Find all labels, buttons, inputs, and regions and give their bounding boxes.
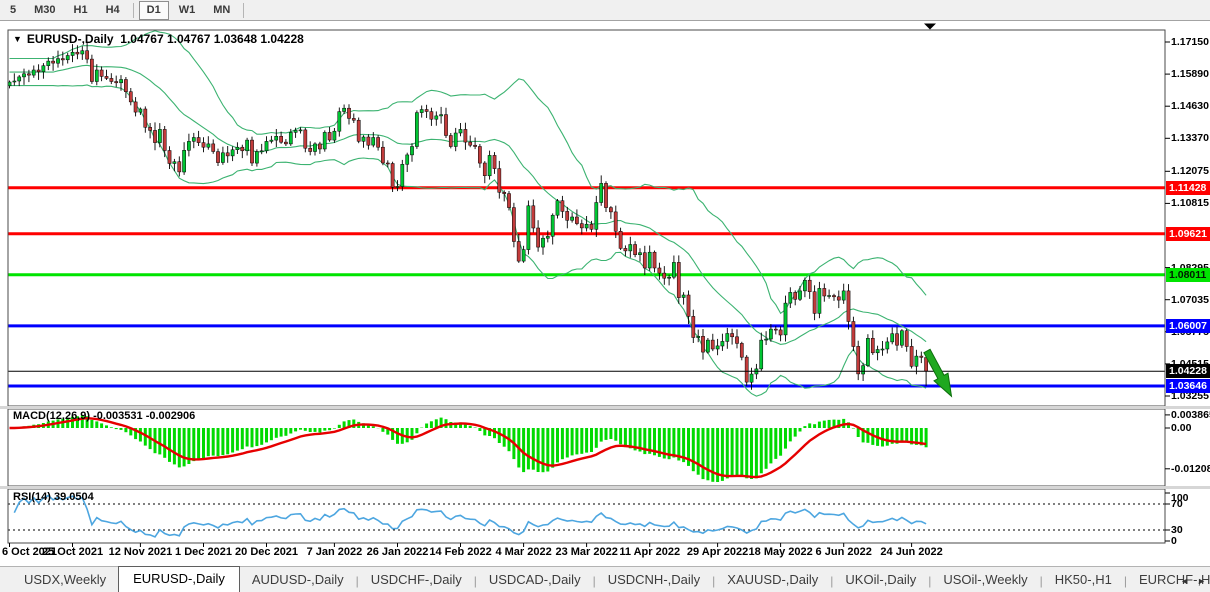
- date-label: 29 Apr 2022: [687, 546, 748, 558]
- current-price-badge: 1.04228: [1166, 364, 1210, 378]
- macd-value: -0.003531: [93, 410, 143, 422]
- symbol-tab-usdchf-daily[interactable]: USDCHF-,Daily: [359, 569, 474, 592]
- price-tick-label: 1.12075: [1171, 165, 1209, 177]
- macd-tick-label: 0.003865: [1171, 409, 1210, 421]
- date-label: 6 Jun 2022: [816, 546, 872, 558]
- symbol-tab-hk50-h1[interactable]: HK50-,H1: [1043, 569, 1124, 592]
- date-label: 4 Mar 2022: [495, 546, 551, 558]
- date-label: 14 Feb 2022: [429, 546, 491, 558]
- symbol-tab-usoil-weekly[interactable]: USOil-,Weekly: [931, 569, 1039, 592]
- macd-tick-label: 0.00: [1171, 422, 1191, 434]
- price-line-badge: 1.09621: [1166, 227, 1210, 241]
- chart-canvas[interactable]: [0, 21, 1210, 566]
- period-button-MN[interactable]: MN: [205, 1, 238, 20]
- date-label: 11 Apr 2022: [619, 546, 680, 558]
- price-tick-label: 1.17150: [1171, 36, 1209, 48]
- price-line-badge: 1.11428: [1166, 181, 1210, 195]
- date-label: 7 Jan 2022: [307, 546, 363, 558]
- toolbar-separator: [243, 3, 244, 18]
- symbol-tab-eurusd-daily[interactable]: EURUSD-,Daily: [118, 566, 240, 592]
- macd-signal-value: -0.002906: [146, 410, 196, 422]
- symbol-tab-usdx-weekly[interactable]: USDX,Weekly: [12, 569, 118, 592]
- rsi-tick-label: 0: [1171, 535, 1177, 547]
- price-line-badge: 1.03646: [1166, 379, 1210, 393]
- symbol-tab-usdcad-daily[interactable]: USDCAD-,Daily: [477, 569, 593, 592]
- price-line-badge: 1.06007: [1166, 319, 1210, 333]
- period-button-H4[interactable]: H4: [98, 1, 128, 20]
- period-button-M30[interactable]: M30: [26, 1, 63, 20]
- period-button-5[interactable]: 5: [2, 1, 24, 20]
- price-tick-label: 1.10815: [1171, 197, 1209, 209]
- date-label: 1 Dec 2021: [175, 546, 232, 558]
- macd-panel-label: MACD(12,26,9) -0.003531 -0.002906: [13, 410, 195, 422]
- timeframe-toolbar[interactable]: 5M30H1H4 D1W1MN: [0, 0, 1210, 21]
- period-button-D1[interactable]: D1: [139, 1, 169, 20]
- panel-splitter[interactable]: [0, 406, 1210, 409]
- chart-title: ▼ EURUSD-,Daily 1.04767 1.04767 1.03648 1…: [13, 32, 304, 46]
- symbol-tab-bar: USDX,WeeklyEURUSD-,DailyAUDUSD-,Daily|US…: [0, 566, 1210, 592]
- symbol-tab-usdcnh-daily[interactable]: USDCNH-,Daily: [596, 569, 712, 592]
- date-label: 18 May 2022: [749, 546, 813, 558]
- price-tick-label: 1.07035: [1171, 294, 1209, 306]
- date-label: 12 Nov 2021: [109, 546, 173, 558]
- symbol-tab-ukoil-daily[interactable]: UKOil-,Daily: [833, 569, 928, 592]
- date-label: 24 Jun 2022: [880, 546, 942, 558]
- symbol-dropdown-icon[interactable]: ▼: [13, 34, 22, 44]
- rsi-value: 39.0504: [54, 491, 94, 503]
- symbol-tab-xauusd-daily[interactable]: XAUUSD-,Daily: [715, 569, 830, 592]
- rsi-tick-label: 70: [1171, 498, 1183, 510]
- tab-scroll-left-button[interactable]: ◄: [1180, 576, 1189, 586]
- chart-window: ▼ EURUSD-,Daily 1.04767 1.04767 1.03648 1…: [0, 21, 1210, 566]
- toolbar-separator: [133, 3, 134, 18]
- period-button-W1[interactable]: W1: [171, 1, 204, 20]
- symbol-tab-audusd-daily[interactable]: AUDUSD-,Daily: [240, 569, 356, 592]
- date-label: 20 Dec 2021: [235, 546, 298, 558]
- price-line-badge: 1.08011: [1166, 268, 1210, 282]
- rsi-indicator-name: RSI(14): [13, 491, 51, 503]
- chart-title-ohlc: 1.04767 1.04767 1.03648 1.04228: [120, 32, 304, 46]
- price-tick-label: 1.14630: [1171, 100, 1209, 112]
- panel-splitter[interactable]: [0, 486, 1210, 489]
- tab-scroll-buttons: ◄ ►: [1180, 576, 1206, 586]
- price-tick-label: 1.13370: [1171, 132, 1209, 144]
- date-label: 23 Mar 2022: [555, 546, 617, 558]
- price-tick-label: 1.15890: [1171, 68, 1209, 80]
- terminal-window: 5M30H1H4 D1W1MN ▼ EURUSD-,Daily 1.04767 1.…: [0, 0, 1210, 592]
- tab-scroll-right-button[interactable]: ►: [1197, 576, 1206, 586]
- rsi-panel-label: RSI(14) 39.0504: [13, 491, 94, 503]
- macd-indicator-name: MACD(12,26,9): [13, 410, 90, 422]
- period-button-H1[interactable]: H1: [66, 1, 96, 20]
- date-label: 25 Oct 2021: [42, 546, 103, 558]
- chart-title-symbol: EURUSD-,Daily: [27, 32, 114, 46]
- macd-tick-label: -0.01208: [1171, 463, 1210, 475]
- date-label: 26 Jan 2022: [367, 546, 429, 558]
